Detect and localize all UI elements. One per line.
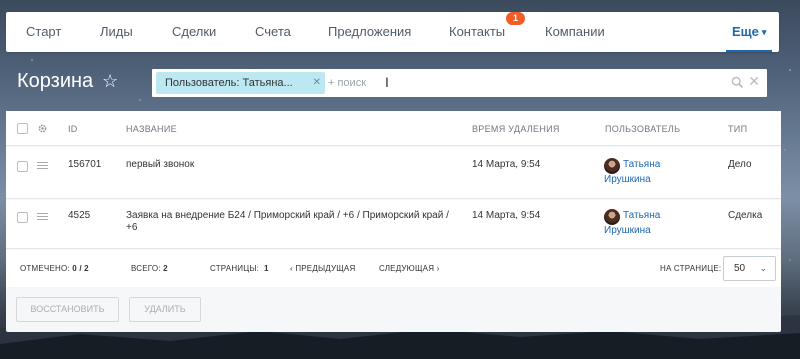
filter-chip-user[interactable]: Пользователь: Татьяна... ✕ [156, 72, 325, 94]
per-page-select[interactable]: 50 ⌄ [723, 256, 776, 281]
table-footer: ОТМЕЧЕНО: 0 / 2 ВСЕГО: 2 СТРАНИЦЫ: 1 ‹ П… [6, 250, 781, 287]
column-header-id[interactable]: ID [68, 124, 78, 134]
select-all-checkbox[interactable] [17, 123, 28, 134]
per-page-label: НА СТРАНИЦЕ: [660, 264, 722, 273]
chevron-down-icon: ⌄ [759, 263, 767, 273]
nav-more-label: Еще [732, 24, 759, 39]
row-checkbox[interactable] [17, 161, 28, 172]
row-user-last-name[interactable]: Ирушкина [604, 224, 651, 238]
contacts-counter-badge: 1 [506, 12, 525, 25]
chevron-down-icon: ▾ [761, 27, 767, 37]
row-deleted-time: 14 Марта, 9:54 [472, 210, 541, 221]
table-row[interactable]: 4525 Заявка на внедрение Б24 / Приморски… [6, 200, 781, 249]
nav-item-invoices[interactable]: Счета [255, 12, 291, 52]
current-page[interactable]: 1 [264, 264, 269, 273]
row-checkbox[interactable] [17, 212, 28, 223]
nav-item-start[interactable]: Старт [26, 12, 61, 52]
row-id: 4525 [68, 210, 91, 221]
nav-item-leads[interactable]: Лиды [100, 12, 133, 52]
restore-button[interactable]: ВОССТАНОВИТЬ [16, 297, 119, 322]
prev-page-link[interactable]: ‹ ПРЕДЫДУЩАЯ [290, 264, 355, 273]
next-page-link[interactable]: СЛЕДУЮЩАЯ › [379, 264, 440, 273]
page-title: Корзина [17, 70, 94, 92]
filter-search-bar[interactable]: Пользователь: Татьяна... ✕ + поиск I ✕ [152, 69, 767, 97]
row-type: Сделка [728, 210, 763, 221]
search-icon[interactable] [731, 76, 744, 89]
per-page-value: 50 [734, 263, 746, 274]
table-row[interactable]: 156701 первый звонок 14 Марта, 9:54 Тать… [6, 147, 781, 199]
chevron-left-icon: ‹ [290, 264, 293, 273]
chevron-right-icon: › [436, 264, 440, 273]
column-header-user[interactable]: ПОЛЬЗОВАТЕЛЬ [605, 124, 680, 134]
total-count: ВСЕГО: 2 [131, 264, 168, 273]
top-navigation: Старт Лиды Сделки Счета Предложения Конт… [6, 12, 779, 52]
prev-page-label: ПРЕДЫДУЩАЯ [295, 264, 356, 273]
row-name: первый звонок [126, 159, 195, 170]
total-count-label: ВСЕГО: [131, 264, 161, 273]
row-menu-icon[interactable] [37, 162, 48, 171]
favorite-star-icon[interactable]: ☆ [102, 71, 118, 92]
row-type: Дело [728, 159, 752, 170]
active-tab-underline [726, 50, 773, 52]
total-count-value: 2 [163, 264, 168, 273]
column-header-name[interactable]: НАЗВАНИЕ [126, 124, 177, 134]
nav-item-deals[interactable]: Сделки [172, 12, 216, 52]
row-id: 156701 [68, 159, 102, 170]
row-name: Заявка на внедрение Б24 / Приморский кра… [126, 210, 449, 233]
avatar [604, 158, 620, 174]
column-header-type[interactable]: ТИП [728, 124, 747, 134]
pages-label: СТРАНИЦЫ: [210, 264, 260, 273]
column-header-deleted[interactable]: ВРЕМЯ УДАЛЕНИЯ [472, 124, 560, 134]
table-header: ID НАЗВАНИЕ ВРЕМЯ УДАЛЕНИЯ ПОЛЬЗОВАТЕЛЬ … [6, 111, 781, 146]
row-user-first-name[interactable]: Татьяна [623, 158, 660, 172]
nav-item-quotes[interactable]: Предложения [328, 12, 411, 52]
next-page-label: СЛЕДУЮЩАЯ [379, 264, 435, 273]
selected-count-value: 0 / 2 [72, 264, 89, 273]
row-deleted-time: 14 Марта, 9:54 [472, 159, 541, 170]
chip-close-icon[interactable]: ✕ [313, 72, 321, 94]
clear-search-icon[interactable]: ✕ [748, 73, 760, 90]
row-user-last-name[interactable]: Ирушкина [604, 173, 651, 187]
delete-button[interactable]: УДАЛИТЬ [129, 297, 201, 322]
selected-count-label: ОТМЕЧЕНО: [20, 264, 70, 273]
search-add-placeholder[interactable]: + поиск [328, 69, 366, 97]
row-user-first-name[interactable]: Татьяна [623, 209, 660, 223]
nav-item-contacts-label: Контакты [449, 24, 506, 39]
nav-item-more[interactable]: Еще ▾ [726, 12, 773, 52]
text-cursor-icon: I [385, 74, 389, 90]
recycle-bin-panel: ID НАЗВАНИЕ ВРЕМЯ УДАЛЕНИЯ ПОЛЬЗОВАТЕЛЬ … [6, 111, 781, 332]
avatar [604, 209, 620, 225]
filter-chip-label: Пользователь: Татьяна... [165, 77, 293, 89]
pagination-pages: СТРАНИЦЫ: 1 [210, 264, 269, 273]
selected-count: ОТМЕЧЕНО: 0 / 2 [20, 264, 89, 273]
row-menu-icon[interactable] [37, 213, 48, 222]
nav-item-companies[interactable]: Компании [545, 12, 605, 52]
gear-icon[interactable] [37, 123, 48, 134]
nav-item-contacts[interactable]: Контакты 1 [449, 12, 525, 52]
